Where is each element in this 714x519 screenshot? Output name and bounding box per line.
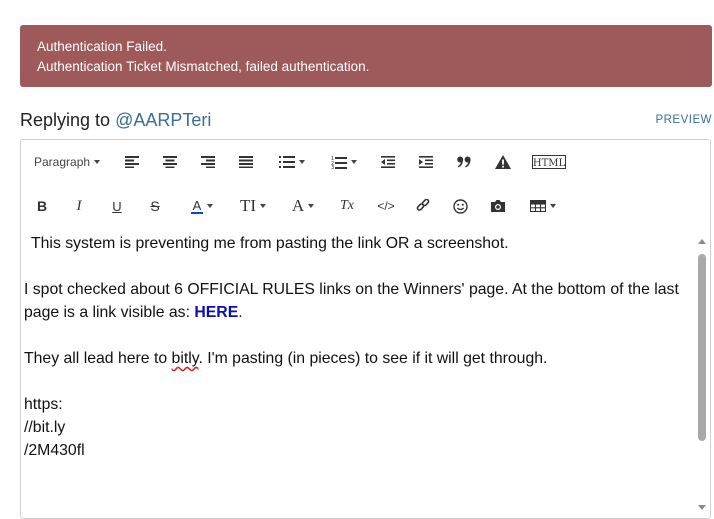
chevron-down-icon (207, 204, 214, 208)
indent-icon[interactable] (417, 150, 435, 174)
reply-prefix: Replying to (20, 110, 111, 130)
content-line-3-prefix: page is a link visible as: (24, 304, 195, 321)
here-link[interactable]: HERE (194, 304, 238, 321)
editor-scrollbar[interactable] (695, 236, 709, 510)
text-color-icon[interactable]: A (184, 194, 220, 218)
font-family-icon[interactable]: A (287, 194, 319, 218)
rich-text-editor: Paragraph 123 HTML B I U S A TI A Tx </>… (20, 139, 711, 519)
font-size-label: TI (239, 196, 257, 215)
misspelled-word[interactable]: bitly (172, 350, 199, 367)
alert-message: Authentication Ticket Mismatched, failed… (37, 59, 370, 74)
editor-toolbar: Paragraph 123 HTML B I U S A TI A Tx </> (21, 140, 710, 228)
content-line-3: page is a link visible as: HERE. (24, 301, 688, 324)
chevron-down-icon (94, 160, 101, 164)
table-icon[interactable] (526, 194, 560, 218)
outdent-icon[interactable] (379, 150, 397, 174)
clear-format-icon[interactable]: Tx (338, 194, 356, 218)
html-icon[interactable]: HTML (531, 150, 567, 174)
chevron-down-icon (351, 160, 357, 164)
content-line-4-prefix: They all lead here to (24, 350, 172, 367)
align-left-icon[interactable] (123, 150, 141, 174)
underline-icon[interactable]: U (109, 194, 125, 218)
underline-label: U (112, 198, 122, 214)
content-line-6: //bit.ly (24, 419, 66, 436)
scroll-thumb[interactable] (698, 254, 706, 441)
chevron-down-icon (260, 204, 267, 208)
content-line-1: This system is preventing me from pastin… (31, 235, 509, 252)
warning-icon[interactable] (493, 150, 513, 174)
reply-handle-link[interactable]: @AARPTeri (115, 110, 211, 130)
error-alert: Authentication Failed. Authentication Ti… (20, 25, 712, 87)
link-icon[interactable] (414, 194, 432, 218)
chevron-down-icon (550, 204, 556, 208)
align-center-icon[interactable] (161, 150, 179, 174)
strike-label: S (150, 198, 160, 214)
italic-icon[interactable]: I (71, 194, 87, 218)
preview-button[interactable]: PREVIEW (655, 114, 712, 126)
clear-format-label: Tx (340, 198, 354, 213)
bold-label: B (36, 198, 48, 214)
svg-text:3: 3 (331, 165, 334, 169)
chevron-down-icon (308, 204, 315, 208)
code-label: </> (377, 199, 395, 213)
content-line-4: They all lead here to bitly. I'm pasting… (24, 347, 688, 370)
font-size-icon[interactable]: TI (237, 194, 269, 218)
numbered-list-icon[interactable]: 123 (327, 150, 361, 174)
editor-content[interactable]: This system is preventing me from pastin… (24, 232, 688, 518)
toolbar-row-2: B I U S A TI A Tx </> (21, 194, 710, 218)
camera-icon[interactable] (489, 194, 507, 218)
content-line-7: /2M430fl (24, 442, 85, 459)
content-line-2: I spot checked about 6 OFFICIAL RULES li… (24, 281, 679, 298)
toolbar-row-1: Paragraph 123 HTML (21, 150, 710, 174)
strikethrough-icon[interactable]: S (147, 194, 163, 218)
scroll-up-arrow-icon[interactable] (698, 239, 706, 244)
paragraph-style-label: Paragraph (34, 155, 91, 169)
alert-title: Authentication Failed. (37, 39, 167, 54)
code-icon[interactable]: </> (375, 194, 397, 218)
italic-label: I (76, 197, 82, 214)
bold-icon[interactable]: B (34, 194, 50, 218)
html-label: HTML (533, 158, 566, 169)
bulleted-list-icon[interactable] (275, 150, 309, 174)
font-family-label: A (291, 196, 305, 215)
reply-title: Replying to @AARPTeri (20, 110, 211, 131)
align-justify-icon[interactable] (237, 150, 255, 174)
emoji-icon[interactable] (451, 194, 469, 218)
blockquote-icon[interactable] (454, 150, 474, 174)
text-color-label: A (190, 197, 204, 214)
paragraph-style-dropdown[interactable]: Paragraph (34, 150, 101, 174)
chevron-down-icon (299, 160, 305, 164)
reply-header: Replying to @AARPTeri PREVIEW (20, 108, 712, 134)
content-line-3-suffix: . (238, 304, 243, 321)
content-line-4-suffix: . I'm pasting (in pieces) to see if it w… (198, 350, 548, 367)
content-line-5: https: (24, 396, 63, 413)
align-right-icon[interactable] (199, 150, 217, 174)
